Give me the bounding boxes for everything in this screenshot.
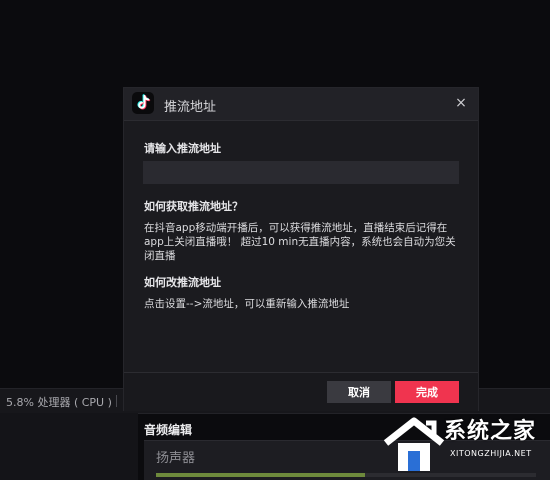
watermark-url: XITONGZHIJIA.NET: [450, 449, 532, 458]
stream-url-label: 请输入推流地址: [144, 142, 221, 155]
speaker-label: 扬声器: [156, 451, 196, 466]
how-to-get-text: 在抖音app移动端开播后，可以获得推流地址，直播结束后记得在app上关闭直播哦！…: [144, 222, 456, 262]
cancel-button[interactable]: 取消: [327, 381, 391, 403]
lower-left-panel: [0, 413, 138, 480]
app-window: 5.8% 处理器 ( CPU ) 音频编辑 扬声器 推流地址 × 请输入推流地址…: [0, 0, 550, 480]
cpu-usage-text: 5.8% 处理器 ( CPU ): [6, 396, 112, 409]
audio-edit-title: 音频编辑: [144, 423, 193, 437]
dialog-header: 推流地址 ×: [124, 88, 478, 121]
watermark-title: 系统之家: [444, 419, 537, 444]
speaker-volume-fill: [156, 473, 365, 477]
done-button[interactable]: 完成: [395, 381, 459, 403]
dialog-title: 推流地址: [164, 100, 217, 115]
how-to-change-text: 点击设置-->流地址，可以重新输入推流地址: [144, 298, 350, 310]
stream-url-dialog: 推流地址 × 请输入推流地址 如何获取推流地址？ 在抖音app移动端开播后，可以…: [124, 88, 478, 411]
site-watermark: 系统之家 XITONGZHIJIA.NET: [380, 405, 550, 480]
how-to-change-heading: 如何改推流地址: [144, 276, 221, 289]
house-logo-icon: [383, 417, 445, 471]
close-icon[interactable]: ×: [452, 94, 470, 112]
stream-url-input[interactable]: [143, 161, 459, 184]
how-to-get-heading: 如何获取推流地址？: [144, 200, 243, 213]
status-divider: [116, 395, 117, 407]
tiktok-logo-icon: [132, 92, 154, 114]
